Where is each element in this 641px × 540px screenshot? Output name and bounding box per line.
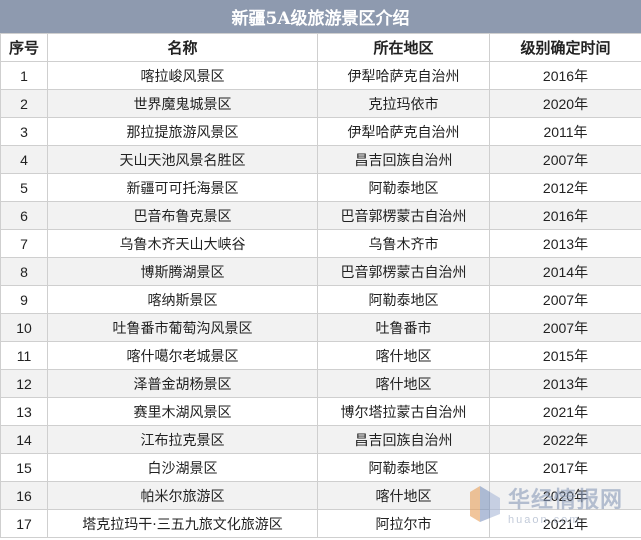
cell-no: 17	[0, 509, 48, 538]
table-row: 13 赛里木湖风景区 博尔塔拉蒙古自治州 2021年	[0, 397, 641, 426]
cell-name: 乌鲁木齐天山大峡谷	[47, 229, 318, 258]
table-title: 新疆5A级旅游景区介绍	[0, 0, 641, 33]
cell-year: 2007年	[489, 285, 641, 314]
cell-name: 喀拉峻风景区	[47, 61, 318, 90]
cell-year: 2013年	[489, 369, 641, 398]
cell-no: 4	[0, 145, 48, 174]
table-row: 17 塔克拉玛干·三五九旅文化旅游区 阿拉尔市 2021年	[0, 509, 641, 538]
cell-year: 2021年	[489, 397, 641, 426]
cell-year: 2014年	[489, 257, 641, 286]
column-header-no: 序号	[0, 33, 48, 62]
cell-no: 8	[0, 257, 48, 286]
cell-no: 12	[0, 369, 48, 398]
cell-region: 克拉玛依市	[317, 89, 490, 118]
cell-no: 13	[0, 397, 48, 426]
cell-name: 吐鲁番市葡萄沟风景区	[47, 313, 318, 342]
cell-region: 阿拉尔市	[317, 509, 490, 538]
cell-region: 阿勒泰地区	[317, 453, 490, 482]
cell-year: 2021年	[489, 509, 641, 538]
cell-region: 喀什地区	[317, 341, 490, 370]
table-row: 2 世界魔鬼城景区 克拉玛依市 2020年	[0, 89, 641, 118]
cell-region: 伊犁哈萨克自治州	[317, 117, 490, 146]
cell-no: 10	[0, 313, 48, 342]
table-row: 5 新疆可可托海景区 阿勒泰地区 2012年	[0, 173, 641, 202]
column-header-year: 级别确定时间	[489, 33, 641, 62]
scenic-areas-table: 序号 名称 所在地区 级别确定时间 1 喀拉峻风景区 伊犁哈萨克自治州 2016年 2 世…	[0, 33, 641, 538]
cell-year: 2022年	[489, 425, 641, 454]
cell-year: 2015年	[489, 341, 641, 370]
table-row: 12 泽普金胡杨景区 喀什地区 2013年	[0, 369, 641, 398]
cell-no: 7	[0, 229, 48, 258]
column-header-name: 名称	[47, 33, 318, 62]
cell-no: 2	[0, 89, 48, 118]
cell-no: 9	[0, 285, 48, 314]
cell-name: 新疆可可托海景区	[47, 173, 318, 202]
cell-no: 14	[0, 425, 48, 454]
cell-name: 塔克拉玛干·三五九旅文化旅游区	[47, 509, 318, 538]
cell-region: 喀什地区	[317, 481, 490, 510]
cell-region: 昌吉回族自治州	[317, 145, 490, 174]
cell-name: 喀纳斯景区	[47, 285, 318, 314]
cell-region: 昌吉回族自治州	[317, 425, 490, 454]
cell-name: 那拉提旅游风景区	[47, 117, 318, 146]
cell-region: 伊犁哈萨克自治州	[317, 61, 490, 90]
cell-no: 16	[0, 481, 48, 510]
cell-no: 15	[0, 453, 48, 482]
cell-year: 2013年	[489, 229, 641, 258]
cell-name: 江布拉克景区	[47, 425, 318, 454]
cell-no: 3	[0, 117, 48, 146]
cell-year: 2007年	[489, 145, 641, 174]
cell-region: 阿勒泰地区	[317, 285, 490, 314]
table-row: 15 白沙湖景区 阿勒泰地区 2017年	[0, 453, 641, 482]
table-row: 7 乌鲁木齐天山大峡谷 乌鲁木齐市 2013年	[0, 229, 641, 258]
cell-name: 赛里木湖风景区	[47, 397, 318, 426]
cell-name: 泽普金胡杨景区	[47, 369, 318, 398]
cell-name: 天山天池风景名胜区	[47, 145, 318, 174]
cell-no: 1	[0, 61, 48, 90]
cell-year: 2017年	[489, 453, 641, 482]
cell-name: 白沙湖景区	[47, 453, 318, 482]
cell-region: 阿勒泰地区	[317, 173, 490, 202]
table-row: 8 博斯腾湖景区 巴音郭楞蒙古自治州 2014年	[0, 257, 641, 286]
table-row: 10 吐鲁番市葡萄沟风景区 吐鲁番市 2007年	[0, 313, 641, 342]
cell-name: 喀什噶尔老城景区	[47, 341, 318, 370]
cell-year: 2020年	[489, 89, 641, 118]
cell-year: 2007年	[489, 313, 641, 342]
table-row: 6 巴音布鲁克景区 巴音郭楞蒙古自治州 2016年	[0, 201, 641, 230]
cell-no: 11	[0, 341, 48, 370]
cell-region: 巴音郭楞蒙古自治州	[317, 257, 490, 286]
cell-year: 2012年	[489, 173, 641, 202]
cell-year: 2016年	[489, 201, 641, 230]
cell-no: 6	[0, 201, 48, 230]
cell-region: 乌鲁木齐市	[317, 229, 490, 258]
table-row: 3 那拉提旅游风景区 伊犁哈萨克自治州 2011年	[0, 117, 641, 146]
cell-name: 博斯腾湖景区	[47, 257, 318, 286]
cell-name: 帕米尔旅游区	[47, 481, 318, 510]
cell-region: 巴音郭楞蒙古自治州	[317, 201, 490, 230]
cell-year: 2011年	[489, 117, 641, 146]
cell-name: 世界魔鬼城景区	[47, 89, 318, 118]
column-header-region: 所在地区	[317, 33, 490, 62]
cell-name: 巴音布鲁克景区	[47, 201, 318, 230]
cell-region: 吐鲁番市	[317, 313, 490, 342]
table-row: 11 喀什噶尔老城景区 喀什地区 2015年	[0, 341, 641, 370]
cell-year: 2020年	[489, 481, 641, 510]
table-row: 14 江布拉克景区 昌吉回族自治州 2022年	[0, 425, 641, 454]
header-row: 序号 名称 所在地区 级别确定时间	[0, 33, 641, 62]
cell-region: 喀什地区	[317, 369, 490, 398]
table-row: 9 喀纳斯景区 阿勒泰地区 2007年	[0, 285, 641, 314]
table-figure: 新疆5A级旅游景区介绍 序号 名称 所在地区 级别确定时间 1 喀拉峻风景区 伊犁哈…	[0, 0, 641, 540]
cell-region: 博尔塔拉蒙古自治州	[317, 397, 490, 426]
cell-no: 5	[0, 173, 48, 202]
table-row: 4 天山天池风景名胜区 昌吉回族自治州 2007年	[0, 145, 641, 174]
cell-year: 2016年	[489, 61, 641, 90]
table-row: 16 帕米尔旅游区 喀什地区 2020年	[0, 481, 641, 510]
table-row: 1 喀拉峻风景区 伊犁哈萨克自治州 2016年	[0, 61, 641, 90]
